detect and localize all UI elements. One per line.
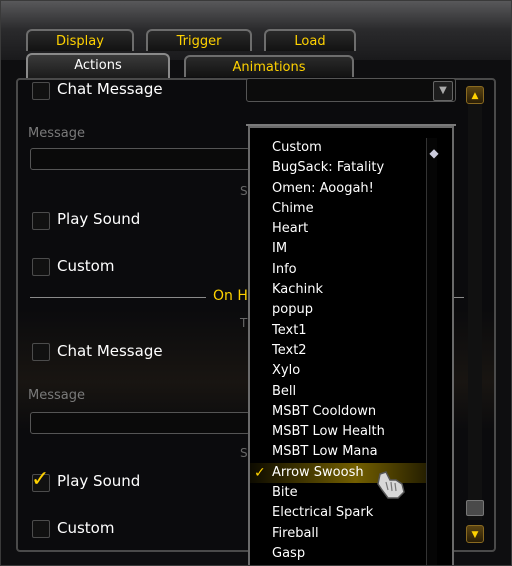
chat-message-label: Chat Message	[57, 80, 163, 98]
chat-message-checkbox-1[interactable]	[32, 82, 50, 100]
dropdown-item-label: Info	[272, 261, 297, 277]
play-sound-checkbox-2[interactable]: ✓	[31, 469, 50, 492]
chat-message-checkbox-2[interactable]	[32, 343, 50, 361]
dropdown-item-label: popup	[272, 302, 313, 318]
tab-trigger[interactable]: Trigger	[146, 29, 252, 51]
dropdown-item[interactable]: Custom	[250, 138, 426, 158]
custom-label: Custom	[57, 257, 115, 275]
dropdown-item-label: Electrical Spark	[272, 505, 374, 521]
dropdown-scrollbar[interactable]	[426, 138, 437, 566]
dropdown-item-label: Kachink	[272, 282, 324, 298]
dropdown-item[interactable]: Text2	[250, 341, 426, 361]
tab-label: Display	[56, 34, 104, 49]
custom-checkbox-2[interactable]	[32, 520, 50, 538]
tab-actions[interactable]: Actions	[26, 53, 170, 79]
tab-label: Trigger	[176, 34, 222, 49]
custom-checkbox-1[interactable]	[32, 258, 50, 276]
dropdown-item[interactable]: MSBT Low Mana	[250, 442, 426, 462]
sound-label-fragment: S	[240, 446, 248, 460]
section-header: On H	[213, 288, 248, 304]
message-label: Message	[28, 126, 85, 141]
tab-load[interactable]: Load	[264, 29, 356, 51]
section2-partial-label: T	[240, 316, 248, 330]
dropdown-item-label: Xylo	[272, 363, 301, 379]
dropdown-item[interactable]: Electrical Spark	[250, 503, 426, 523]
dropdown-item[interactable]: Heart	[250, 219, 426, 239]
dropdown-item-label: Text1	[272, 322, 307, 338]
message-input-1[interactable]	[30, 148, 250, 170]
section-divider-right	[454, 297, 464, 298]
play-sound-label: Play Sound	[57, 472, 141, 490]
dropdown-item[interactable]: Omen: Aoogah!	[250, 179, 426, 199]
dropdown-item-label: Bell	[272, 383, 297, 399]
message-input-2[interactable]	[30, 412, 250, 434]
dropdown-item[interactable]: Chime	[250, 199, 426, 219]
dropdown-item[interactable]: popup	[250, 300, 426, 320]
dropdown-item[interactable]: Info	[250, 260, 426, 280]
chat-message-label: Chat Message	[57, 342, 163, 360]
scroll-down-icon[interactable]: ▼	[466, 525, 484, 543]
dropdown-item-label: Text2	[272, 342, 307, 358]
chevron-down-icon[interactable]: ▼	[433, 81, 453, 101]
scroll-up-icon[interactable]: ▲	[466, 86, 484, 104]
tab-label: Animations	[232, 60, 306, 75]
dropdown-item-label: Gasp	[272, 545, 306, 561]
sound-label-fragment: S	[240, 184, 248, 198]
dropdown-scroll-knob-icon[interactable]: ◆	[426, 146, 442, 160]
tab-label: Actions	[74, 58, 122, 73]
dropdown-item[interactable]: BugSack: Fatality	[250, 158, 426, 178]
dropdown-item-label: BugSack: Fatality	[272, 160, 385, 176]
dropdown-item[interactable]: Xylo	[250, 361, 426, 381]
tab-label: Load	[294, 34, 326, 49]
dropdown-item[interactable]: MSBT Cooldown	[250, 402, 426, 422]
dropdown-item-label: Fireball	[272, 525, 319, 541]
dropdown-item-label: Omen: Aoogah!	[272, 180, 374, 196]
checkmark-icon: ✓	[254, 464, 266, 481]
sound-dropdown-list[interactable]: ◆ Custom BugSack: Fatality Omen: Aoogah! Ch…	[246, 124, 456, 566]
dropdown-item[interactable]: Gasp	[250, 544, 426, 564]
dropdown-item-label: IM	[272, 241, 288, 257]
panel-scrollbar[interactable]	[468, 100, 482, 520]
tab-display[interactable]: Display	[26, 29, 134, 51]
dropdown-item[interactable]: Text1	[250, 321, 426, 341]
hand-cursor-icon	[377, 471, 405, 499]
dropdown-item-label: Custom	[272, 140, 322, 155]
custom-label: Custom	[57, 519, 115, 537]
tab-animations[interactable]: Animations	[184, 55, 354, 77]
play-sound-label: Play Sound	[57, 210, 141, 228]
section-divider-left	[30, 297, 206, 298]
dropdown-item[interactable]: Kachink	[250, 280, 426, 300]
dropdown-item[interactable]: MSBT Low Health	[250, 422, 426, 442]
play-sound-checkbox-1[interactable]	[32, 212, 50, 230]
dropdown-item-label: MSBT Cooldown	[272, 403, 377, 419]
dropdown-items: Custom BugSack: Fatality Omen: Aoogah! Chim…	[250, 138, 426, 564]
checkmark-icon: ✓	[31, 467, 50, 492]
dropdown-item-label: Chime	[272, 200, 314, 216]
dropdown-item-label: Arrow Swoosh	[272, 464, 364, 480]
dropdown-item-label: MSBT Low Health	[272, 424, 385, 440]
dropdown-item-label: Bite	[272, 485, 298, 501]
dropdown-item[interactable]: IM	[250, 239, 426, 259]
dropdown-item-label: Heart	[272, 221, 309, 237]
chat-type-dropdown[interactable]: ▼	[246, 78, 456, 102]
dropdown-item-label: MSBT Low Mana	[272, 444, 378, 460]
panel-scroll-thumb[interactable]	[466, 500, 484, 516]
dropdown-item[interactable]: Bell	[250, 382, 426, 402]
dropdown-item[interactable]: Fireball	[250, 524, 426, 544]
message-label: Message	[28, 388, 85, 403]
